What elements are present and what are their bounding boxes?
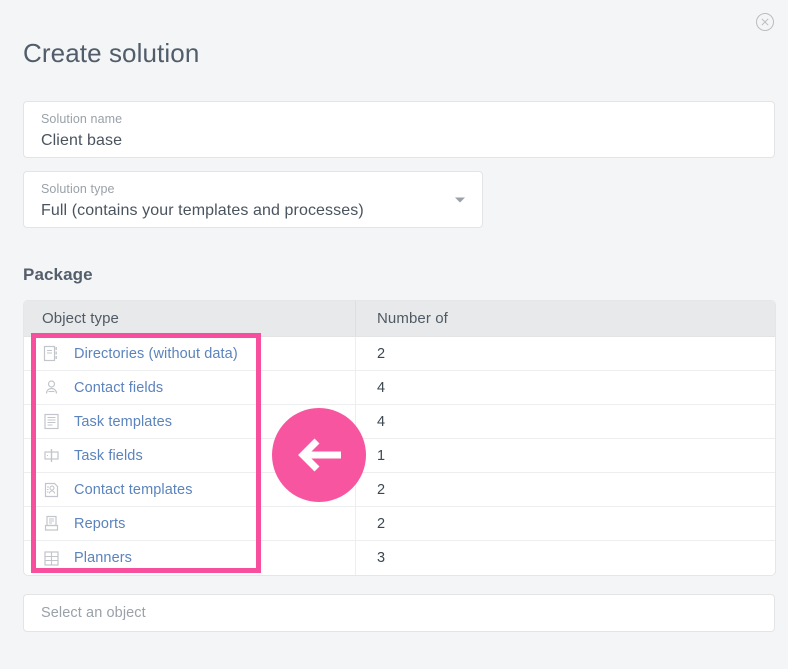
object-type-link[interactable]: Task templates [74, 414, 172, 430]
object-type-link[interactable]: Contact fields [74, 380, 163, 396]
select-object-input[interactable]: Select an object [23, 594, 775, 632]
planner-icon [42, 549, 60, 567]
solution-type-label: Solution type [41, 182, 115, 196]
package-heading: Package [23, 265, 93, 284]
object-type-link[interactable]: Directories (without data) [74, 346, 238, 362]
count-value: 1 [377, 447, 386, 464]
table-cell-object-type: Planners [24, 541, 356, 575]
table-cell-object-type: Task fields [24, 439, 356, 472]
table-cell-count: 2 [356, 507, 775, 540]
solution-name-input[interactable]: Client base [41, 132, 716, 150]
table-cell-count: 4 [356, 405, 775, 438]
column-header-number-of: Number of [356, 301, 775, 336]
column-header-object-type-label: Object type [42, 310, 119, 327]
count-value: 2 [377, 481, 386, 498]
object-type-link[interactable]: Contact templates [74, 482, 193, 498]
solution-name-label: Solution name [41, 112, 123, 126]
package-table: Object type Number of Directories (witho… [23, 300, 776, 576]
directory-icon [42, 345, 60, 363]
table-cell-count: 2 [356, 473, 775, 506]
table-cell-object-type: Directories (without data) [24, 337, 356, 370]
table-row: Task fields 1 [24, 439, 775, 473]
table-row: Contact fields 4 [24, 371, 775, 405]
table-cell-count: 4 [356, 371, 775, 404]
object-type-link[interactable]: Task fields [74, 448, 143, 464]
column-header-number-of-label: Number of [377, 310, 448, 327]
count-value: 4 [377, 379, 386, 396]
contact-field-icon [42, 379, 60, 397]
table-cell-object-type: Reports [24, 507, 356, 540]
solution-name-field[interactable]: Solution name Client base [23, 101, 775, 158]
object-type-link[interactable]: Planners [74, 550, 132, 566]
count-value: 2 [377, 345, 386, 362]
count-value: 2 [377, 515, 386, 532]
object-type-link[interactable]: Reports [74, 516, 125, 532]
page-title: Create solution [23, 38, 200, 68]
close-button[interactable] [754, 11, 776, 33]
solution-type-value: Full (contains your templates and proces… [41, 202, 364, 219]
table-header-row: Object type Number of [24, 301, 775, 337]
count-value: 3 [377, 550, 386, 566]
table-cell-count: 2 [356, 337, 775, 370]
table-row: Contact templates 2 [24, 473, 775, 507]
table-row: Reports 2 [24, 507, 775, 541]
contact-template-icon [42, 481, 60, 499]
task-field-icon [42, 447, 60, 465]
table-cell-count: 1 [356, 439, 775, 472]
column-header-object-type: Object type [24, 301, 356, 336]
select-object-placeholder: Select an object [41, 605, 146, 621]
close-circle-icon [755, 12, 775, 32]
table-cell-count: 3 [356, 541, 775, 575]
table-cell-object-type: Contact templates [24, 473, 356, 506]
count-value: 4 [377, 413, 386, 430]
table-row: Directories (without data) 2 [24, 337, 775, 371]
table-row: Task templates 4 [24, 405, 775, 439]
report-icon [42, 515, 60, 533]
solution-type-select[interactable]: Solution type Full (contains your templa… [23, 171, 483, 228]
table-row: Planners 3 [24, 541, 775, 575]
chevron-down-icon[interactable] [455, 197, 465, 202]
table-cell-object-type: Task templates [24, 405, 356, 438]
task-template-icon [42, 413, 60, 431]
table-cell-object-type: Contact fields [24, 371, 356, 404]
